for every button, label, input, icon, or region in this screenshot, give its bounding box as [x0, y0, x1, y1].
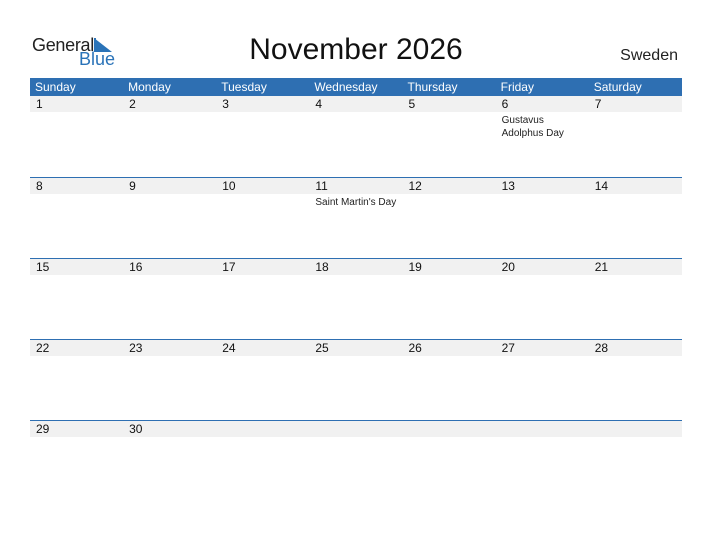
holiday-label: Saint Martin's Day — [315, 197, 397, 208]
holiday-label — [216, 194, 309, 209]
holiday-label — [123, 437, 216, 439]
holiday-label — [589, 275, 682, 277]
day-number: 21 — [594, 260, 609, 274]
holiday-label — [403, 356, 496, 358]
holiday-label — [309, 112, 402, 140]
day-number — [216, 421, 309, 437]
holiday-label: Gustavus Adolphus Day — [501, 115, 564, 139]
holiday-label — [496, 194, 589, 209]
day-number: 16 — [129, 260, 143, 274]
day-number: 10 — [222, 179, 236, 193]
day-number: 22 — [36, 341, 50, 355]
holiday-label — [123, 275, 216, 277]
day-number: 26 — [408, 341, 422, 355]
events-row — [30, 356, 682, 358]
holiday-label — [309, 275, 402, 277]
day-number: 14 — [594, 179, 609, 193]
holiday-label — [403, 194, 496, 209]
day-number: 17 — [222, 260, 236, 274]
weekday-friday: Friday — [500, 80, 534, 94]
day-number: 19 — [408, 260, 422, 274]
events-row — [30, 275, 682, 277]
day-number: 4 — [315, 97, 323, 111]
day-number: 6 — [501, 97, 509, 111]
day-number: 28 — [594, 341, 609, 355]
day-number: 7 — [594, 97, 602, 111]
day-number: 12 — [408, 179, 422, 193]
day-number: 15 — [36, 260, 50, 274]
weekday-wednesday: Wednesday — [314, 80, 378, 94]
day-numbers-row: 8 9 10 11 12 13 14 — [30, 178, 682, 194]
holiday-label — [496, 356, 589, 358]
day-number: 18 — [315, 260, 329, 274]
events-row: Gustavus Adolphus Day — [30, 112, 682, 140]
holiday-label — [123, 112, 216, 140]
week-row: 8 9 10 11 12 13 14 Saint Martin's Day — [30, 177, 682, 258]
weekday-header: Sunday Monday Tuesday Wednesday Thursday… — [30, 78, 682, 96]
events-row: Saint Martin's Day — [30, 194, 682, 209]
holiday-label — [589, 356, 682, 358]
day-number — [309, 421, 402, 437]
day-number: 25 — [315, 341, 329, 355]
events-row — [30, 437, 682, 439]
holiday-label — [403, 275, 496, 277]
day-numbers-row: 1 2 3 4 5 6 7 — [30, 96, 682, 112]
day-number: 2 — [129, 97, 136, 111]
day-number: 5 — [408, 97, 416, 111]
day-numbers-row: 29 30 — [30, 421, 682, 437]
week-row: 29 30 — [30, 420, 682, 501]
week-row: 15 16 17 18 19 20 21 — [30, 258, 682, 339]
weekday-monday: Monday — [128, 80, 171, 94]
day-numbers-row: 22 23 24 25 26 27 28 — [30, 340, 682, 356]
day-number: 11 — [315, 179, 328, 193]
holiday-label — [589, 194, 682, 209]
holiday-label — [123, 194, 216, 209]
day-number — [403, 421, 496, 437]
holiday-label — [309, 356, 402, 358]
day-number: 27 — [501, 341, 515, 355]
holiday-label — [403, 437, 496, 439]
weekday-tuesday: Tuesday — [221, 80, 267, 94]
holiday-label — [216, 275, 309, 277]
calendar-grid: Sunday Monday Tuesday Wednesday Thursday… — [30, 78, 682, 501]
holiday-label — [496, 275, 589, 277]
holiday-label — [403, 112, 496, 140]
day-number — [589, 421, 682, 437]
day-number: 8 — [36, 179, 43, 193]
holiday-label — [589, 112, 682, 140]
holiday-label — [216, 112, 309, 140]
holiday-label — [309, 437, 402, 439]
day-number: 1 — [36, 97, 43, 111]
day-number: 23 — [129, 341, 143, 355]
day-numbers-row: 15 16 17 18 19 20 21 — [30, 259, 682, 275]
holiday-label — [30, 275, 123, 277]
week-row: 22 23 24 25 26 27 28 — [30, 339, 682, 420]
holiday-label — [30, 437, 123, 439]
day-number: 24 — [222, 341, 236, 355]
holiday-label — [216, 437, 309, 439]
weekday-saturday: Saturday — [593, 80, 642, 94]
day-number — [496, 421, 589, 437]
holiday-label — [30, 356, 123, 358]
holiday-label — [30, 194, 123, 209]
day-number: 29 — [36, 422, 50, 436]
country-label: Sweden — [620, 47, 678, 64]
day-number: 13 — [501, 179, 515, 193]
holiday-label — [123, 356, 216, 358]
calendar-title: November 2026 — [249, 33, 463, 66]
week-row: 1 2 3 4 5 6 7 Gustavus Adolphus Day — [30, 96, 682, 177]
holiday-label — [589, 437, 682, 439]
weekday-thursday: Thursday — [407, 80, 458, 94]
day-number: 9 — [129, 179, 136, 193]
holiday-label — [30, 112, 123, 140]
holiday-label — [496, 437, 589, 439]
weekday-sunday: Sunday — [35, 80, 76, 94]
holiday-label — [216, 356, 309, 358]
day-number: 20 — [501, 260, 515, 274]
day-number: 3 — [222, 97, 229, 111]
day-number: 30 — [129, 422, 143, 436]
